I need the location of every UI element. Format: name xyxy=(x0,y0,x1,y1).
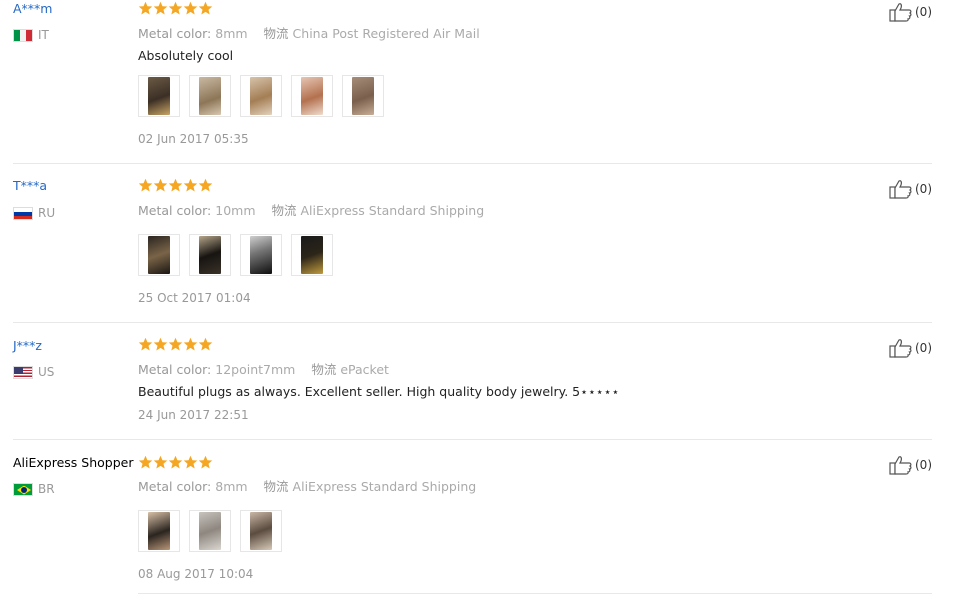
review-photos xyxy=(138,510,282,552)
order-info: Metal color: 10mm 物流 AliExpress Standard… xyxy=(138,200,484,219)
country-code: BR xyxy=(38,482,55,496)
star-icon xyxy=(168,178,183,192)
reviewer-name[interactable]: T***a xyxy=(13,178,47,193)
review-text: Beautiful plugs as always. Excellent sel… xyxy=(138,384,620,399)
review-text: Absolutely cool xyxy=(138,48,234,63)
shipping-label: 物流 xyxy=(263,26,289,41)
reviewer-name[interactable]: J***z xyxy=(13,338,42,353)
reviewer-country: IT xyxy=(13,28,49,42)
shipping-label: 物流 xyxy=(271,203,297,218)
star-icon xyxy=(183,337,198,351)
country-code: RU xyxy=(38,206,56,220)
review-photo[interactable] xyxy=(291,234,333,276)
review-photo[interactable] xyxy=(240,510,282,552)
helpful-button[interactable]: (0) xyxy=(889,338,932,358)
star-icon xyxy=(168,455,183,469)
shipping-label: 物流 xyxy=(311,362,337,377)
review-date: 25 Oct 2017 01:04 xyxy=(138,291,251,305)
shipping-value: China Post Registered Air Mail xyxy=(292,26,480,41)
star-icon xyxy=(168,337,183,351)
review-divider xyxy=(138,593,932,594)
order-info: Metal color: 8mm 物流 China Post Registere… xyxy=(138,23,480,42)
helpful-button[interactable]: (0) xyxy=(889,179,932,199)
review-date: 02 Jun 2017 05:35 xyxy=(138,132,249,146)
metal-color-value: 8mm xyxy=(215,26,248,41)
reviewer-country: BR xyxy=(13,482,55,496)
star-icon xyxy=(183,455,198,469)
metal-color-value: 12point7mm xyxy=(215,362,296,377)
star-icon xyxy=(153,1,168,15)
review-divider xyxy=(13,163,932,164)
review-divider xyxy=(13,439,932,440)
shipping-value: ePacket xyxy=(340,362,389,377)
star-icon xyxy=(153,337,168,351)
reviewer-name: AliExpress Shopper xyxy=(13,455,134,470)
country-code: US xyxy=(38,365,55,379)
review-photo[interactable] xyxy=(138,75,180,117)
review-photo[interactable] xyxy=(240,75,282,117)
thumbs-up-icon xyxy=(889,180,912,199)
helpful-count: (0) xyxy=(915,182,932,196)
helpful-button[interactable]: (0) xyxy=(889,455,932,475)
star-rating xyxy=(138,178,213,193)
star-icon xyxy=(138,337,153,351)
flag-icon xyxy=(13,206,33,220)
reviewer-country: RU xyxy=(13,206,55,220)
star-icon xyxy=(138,455,153,469)
review-date: 24 Jun 2017 22:51 xyxy=(138,408,249,422)
star-icon xyxy=(183,178,198,192)
shipping-value: AliExpress Standard Shipping xyxy=(292,479,477,494)
review-photo[interactable] xyxy=(189,234,231,276)
star-icon xyxy=(198,178,213,192)
review-date: 08 Aug 2017 10:04 xyxy=(138,567,254,581)
reviewer-name[interactable]: A***m xyxy=(13,1,52,16)
star-rating xyxy=(138,1,213,16)
star-icon xyxy=(168,1,183,15)
metal-color-value: 8mm xyxy=(215,479,248,494)
metal-color-value: 10mm xyxy=(215,203,256,218)
shipping-value: AliExpress Standard Shipping xyxy=(300,203,485,218)
thumbs-up-icon xyxy=(889,456,912,475)
shipping-label: 物流 xyxy=(263,479,289,494)
metal-color-label: Metal color: xyxy=(138,479,212,494)
order-info: Metal color: 8mm 物流 AliExpress Standard … xyxy=(138,476,476,495)
star-icon xyxy=(138,178,153,192)
review-photo[interactable] xyxy=(138,510,180,552)
review-photo[interactable] xyxy=(189,510,231,552)
review-photo[interactable] xyxy=(240,234,282,276)
country-code: IT xyxy=(38,28,49,42)
star-icon xyxy=(198,1,213,15)
star-icon xyxy=(198,337,213,351)
thumbs-up-icon xyxy=(889,3,912,22)
helpful-count: (0) xyxy=(915,458,932,472)
order-info: Metal color: 12point7mm 物流 ePacket xyxy=(138,359,389,378)
star-icon xyxy=(153,178,168,192)
flag-icon xyxy=(13,28,33,42)
metal-color-label: Metal color: xyxy=(138,26,212,41)
review-divider xyxy=(13,322,932,323)
review-photos xyxy=(138,75,384,117)
star-icon xyxy=(138,1,153,15)
star-icon xyxy=(183,1,198,15)
review-photo[interactable] xyxy=(189,75,231,117)
helpful-button[interactable]: (0) xyxy=(889,2,932,22)
helpful-count: (0) xyxy=(915,5,932,19)
review-photo[interactable] xyxy=(138,234,180,276)
review-photo[interactable] xyxy=(291,75,333,117)
flag-icon xyxy=(13,365,33,379)
helpful-count: (0) xyxy=(915,341,932,355)
star-icon xyxy=(198,455,213,469)
flag-icon xyxy=(13,482,33,496)
review-photo[interactable] xyxy=(342,75,384,117)
metal-color-label: Metal color: xyxy=(138,203,212,218)
reviewer-country: US xyxy=(13,365,54,379)
star-rating xyxy=(138,455,213,470)
star-rating xyxy=(138,337,213,352)
star-icon xyxy=(153,455,168,469)
metal-color-label: Metal color: xyxy=(138,362,212,377)
review-photos xyxy=(138,234,333,276)
thumbs-up-icon xyxy=(889,339,912,358)
